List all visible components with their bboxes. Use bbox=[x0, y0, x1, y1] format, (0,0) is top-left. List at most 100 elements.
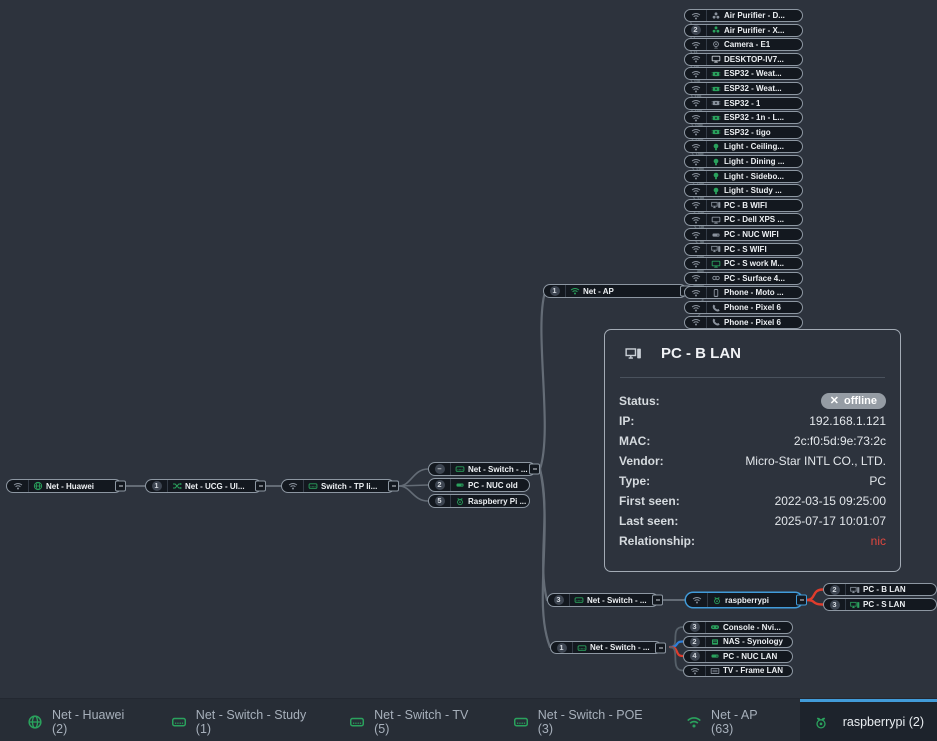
wifi-icon bbox=[685, 83, 707, 94]
node-label: PC - NUC LAN bbox=[723, 652, 777, 661]
node-net-switch-tv[interactable]: 3Net - Switch - ... bbox=[547, 593, 659, 607]
node-17[interactable]: PC - S work M... bbox=[684, 257, 803, 270]
node-12[interactable]: Light - Study ... bbox=[684, 184, 803, 197]
shuffle-icon bbox=[172, 481, 182, 491]
detail-row-vendor: Vendor: Micro-Star INTL CO., LTD. bbox=[619, 451, 886, 471]
node-8[interactable]: ESP32 - tigo bbox=[684, 126, 803, 139]
node-label: PC - Dell XPS ... bbox=[724, 215, 784, 224]
nuc-icon bbox=[455, 480, 465, 490]
node-net-ucg[interactable]: 1Net - UCG - Ul... bbox=[145, 479, 262, 493]
collapse-button[interactable] bbox=[529, 464, 540, 475]
node-nas-synology[interactable]: 2NAS - Synology bbox=[683, 636, 793, 649]
node-10[interactable]: Light - Dining ... bbox=[684, 155, 803, 168]
handset-icon bbox=[711, 317, 721, 327]
edge bbox=[399, 486, 428, 501]
port-badge: 2 bbox=[435, 480, 445, 490]
collapse-button[interactable] bbox=[115, 481, 126, 492]
node-label: Raspberry Pi ... bbox=[468, 497, 526, 506]
tab-raspberrypi-2[interactable]: raspberrypi (2) bbox=[800, 699, 937, 741]
mac-label: MAC: bbox=[619, 434, 650, 448]
bulb-icon bbox=[711, 157, 721, 167]
node-16[interactable]: PC - S WIFI bbox=[684, 243, 803, 256]
tab-label: Net - Switch - TV (5) bbox=[374, 708, 474, 736]
node-13[interactable]: PC - B WIFI bbox=[684, 199, 803, 212]
node-0[interactable]: Air Purifier - D... bbox=[684, 9, 803, 22]
node-9[interactable]: Light - Ceiling... bbox=[684, 140, 803, 153]
topology-canvas[interactable]: Net - Huawei 1Net - UCG - Ul... Switch - T… bbox=[0, 0, 937, 741]
tab-label: raspberrypi (2) bbox=[843, 715, 924, 729]
bulb-icon bbox=[711, 171, 721, 181]
switch-icon bbox=[455, 464, 465, 474]
node-label: Light - Sidebo... bbox=[724, 172, 784, 181]
node-pc-nuc-old[interactable]: 2 PC - NUC old bbox=[428, 478, 530, 492]
collapse-button[interactable] bbox=[652, 595, 663, 606]
collapse-button[interactable] bbox=[388, 481, 399, 492]
node-label: Light - Dining ... bbox=[724, 157, 784, 166]
tab-net-huawei-2[interactable]: Net - Huawei (2) bbox=[14, 699, 145, 741]
phone-icon bbox=[711, 288, 721, 298]
node-net-switch-poe[interactable]: 1Net - Switch - ... bbox=[550, 641, 662, 654]
node-2[interactable]: Camera - E1 bbox=[684, 38, 803, 51]
node-14[interactable]: PC - Dell XPS ... bbox=[684, 213, 803, 226]
tab-net-switch-study-1[interactable]: Net - Switch - Study (1) bbox=[158, 699, 323, 741]
node-18[interactable]: PC - Surface 4... bbox=[684, 272, 803, 285]
nuc-icon bbox=[711, 230, 721, 240]
last-seen-label: Last seen: bbox=[619, 514, 678, 528]
chip-icon bbox=[711, 127, 721, 137]
node-6[interactable]: ESP32 - 1 bbox=[684, 97, 803, 110]
node-4[interactable]: ESP32 - Weat... bbox=[684, 67, 803, 80]
node-label: Light - Study ... bbox=[724, 186, 782, 195]
switch-icon bbox=[308, 481, 318, 491]
node-3[interactable]: DESKTOP-IV7... bbox=[684, 53, 803, 66]
mac-value: 2c:f0:5d:9e:73:2c bbox=[794, 434, 886, 448]
node-net-huawei[interactable]: Net - Huawei bbox=[6, 479, 122, 493]
switch-icon bbox=[574, 595, 584, 605]
node-label: Phone - Pixel 6 bbox=[724, 318, 781, 327]
port-badge: 4 bbox=[690, 651, 700, 661]
chip-icon bbox=[711, 69, 721, 79]
relationship-value: nic bbox=[871, 534, 886, 548]
node-5[interactable]: ESP32 - Weat... bbox=[684, 82, 803, 95]
nuc-icon bbox=[710, 651, 720, 661]
type-value: PC bbox=[869, 474, 886, 488]
node-label: raspberrypi bbox=[725, 596, 769, 605]
port-badge: 3 bbox=[690, 622, 700, 632]
node-15[interactable]: PC - NUC WIFI bbox=[684, 228, 803, 241]
switch-icon bbox=[577, 643, 587, 653]
node-net-switch-study[interactable]: –Net - Switch - ... bbox=[428, 462, 536, 476]
wifi-icon bbox=[685, 229, 707, 240]
node-1[interactable]: 2Air Purifier - X... bbox=[684, 24, 803, 37]
tab-net-ap-63[interactable]: Net - AP (63) bbox=[673, 699, 787, 741]
node-switch-tp[interactable]: Switch - TP li... bbox=[281, 479, 395, 493]
node-label: Light - Ceiling... bbox=[724, 142, 784, 151]
node-11[interactable]: Light - Sidebo... bbox=[684, 170, 803, 183]
node-pc-s-lan[interactable]: 3PC - S LAN bbox=[823, 598, 937, 611]
wifi-icon bbox=[685, 287, 707, 298]
node-label: Switch - TP li... bbox=[321, 482, 377, 491]
collapse-button[interactable] bbox=[796, 595, 807, 606]
node-label: PC - NUC old bbox=[468, 481, 518, 490]
collapse-button[interactable] bbox=[655, 642, 666, 653]
node-21[interactable]: Phone - Pixel 6 bbox=[684, 316, 803, 329]
collapse-button[interactable] bbox=[255, 481, 266, 492]
node-label: PC - S work M... bbox=[724, 259, 784, 268]
node-pc-nuc-lan[interactable]: 4 PC - NUC LAN bbox=[683, 650, 793, 663]
detail-row-type: Type: PC bbox=[619, 471, 886, 491]
node-label: Net - Switch - ... bbox=[590, 643, 650, 652]
tab-net-switch-poe-3[interactable]: Net - Switch - POE (3) bbox=[500, 699, 660, 741]
node-console-nvidia[interactable]: 3Console - Nvi... bbox=[683, 621, 793, 634]
node-19[interactable]: Phone - Moto ... bbox=[684, 286, 803, 299]
node-tv-frame-lan[interactable]: TV - Frame LAN bbox=[683, 665, 793, 678]
detail-row-ip: IP: 192.168.1.121 bbox=[619, 411, 886, 431]
node-raspberrypi[interactable]: raspberrypi bbox=[685, 592, 803, 608]
wifi-icon bbox=[7, 480, 29, 492]
node-pc-b-lan[interactable]: 2PC - B LAN bbox=[823, 583, 937, 596]
node-label: Net - Switch - ... bbox=[587, 596, 647, 605]
node-20[interactable]: Phone - Pixel 6 bbox=[684, 301, 803, 314]
tab-net-switch-tv-5[interactable]: Net - Switch - TV (5) bbox=[336, 699, 487, 741]
node-net-ap[interactable]: 1Net - AP bbox=[543, 284, 687, 298]
node-7[interactable]: ESP32 - 1n - L... bbox=[684, 111, 803, 124]
last-seen-value: 2025-07-17 10:01:07 bbox=[775, 514, 886, 528]
chip-icon bbox=[711, 113, 721, 123]
node-raspberry-pi-old[interactable]: 5Raspberry Pi ... bbox=[428, 494, 530, 508]
